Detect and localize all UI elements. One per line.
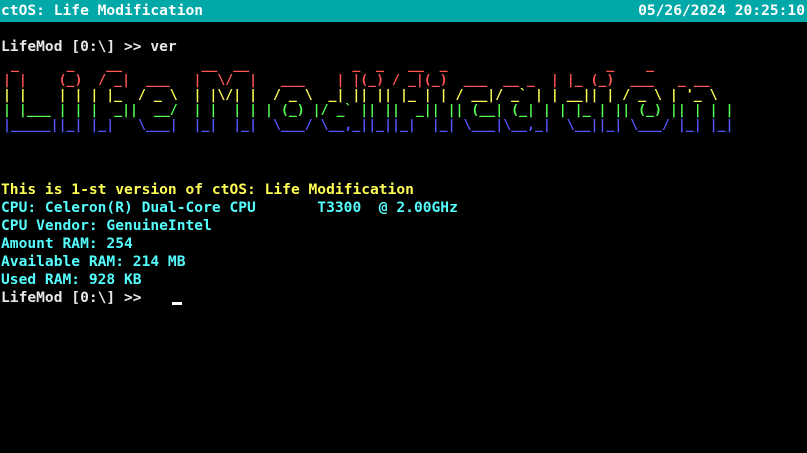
banner-row: | | | | | |_ / _ \ | |\/| | / _ \ _| || … <box>3 88 774 103</box>
command-line: LifeMod [0:\] >> ver <box>1 38 177 55</box>
used-ram-line: Used RAM: 928 KB <box>1 271 142 288</box>
banner-row: | |___ | | | _|| __/ | | | | | (_) |/ _`… <box>3 103 782 118</box>
banner-row: _ _ __ __ __ _ _ __ _ _ _ <box>3 58 797 73</box>
version-info-line: This is 1-st version of ctOS: Life Modif… <box>1 181 414 198</box>
ascii-banner: _ _ __ __ __ _ _ __ _ _ _ | | (_) / _| _… <box>3 58 797 133</box>
amount-ram-line: Amount RAM: 254 <box>1 235 133 252</box>
available-ram-line: Available RAM: 214 MB <box>1 253 186 270</box>
date-time: 05/26/2024 20:25:10 <box>638 2 805 19</box>
banner-row: | | (_) / _| ___ | \/ | ___ | |(_) / _|(… <box>3 73 774 88</box>
text-cursor <box>172 302 182 305</box>
command-prompt[interactable]: LifeMod [0:\] >> <box>1 289 150 307</box>
banner-row: |_____||_| |_| \___| |_| |_| \___/ \__,_… <box>3 118 782 133</box>
title-bar: ctOS: Life Modification 05/26/2024 20:25… <box>0 0 807 22</box>
window-title: ctOS: Life Modification <box>1 2 204 19</box>
cpu-vendor-line: CPU Vendor: GenuineIntel <box>1 217 212 234</box>
cpu-line: CPU: Celeron(R) Dual-Core CPU T3300 @ 2.… <box>1 199 458 216</box>
